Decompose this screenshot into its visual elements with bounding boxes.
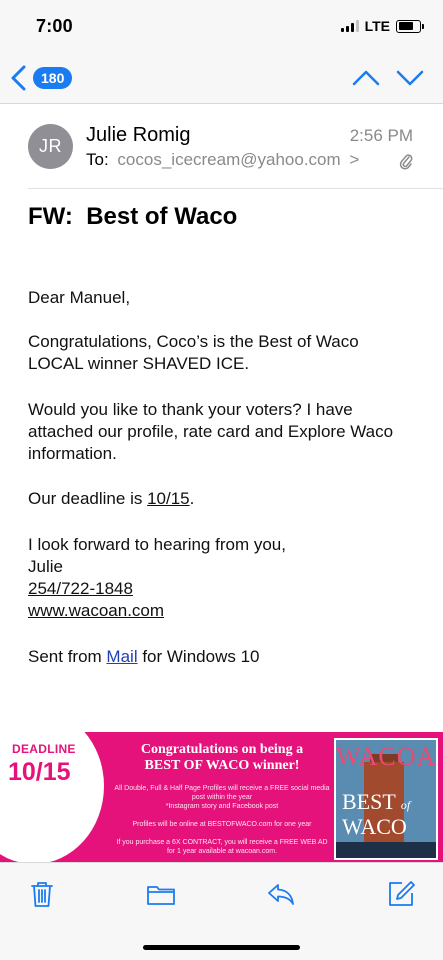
- banner-fine-line: post within the year: [191, 794, 253, 801]
- sent-prefix: Sent from: [28, 647, 107, 666]
- banner-fine-line: *Instagram story and Facebook post: [165, 803, 279, 810]
- closing-line: I look forward to hearing from you,: [28, 535, 286, 554]
- inbox-count-badge[interactable]: 180: [33, 67, 73, 89]
- battery-icon: [396, 19, 424, 33]
- banner-contract-note: If you purchase a 6X CONTRACT, you will …: [112, 838, 332, 856]
- chevron-left-icon[interactable]: [8, 64, 30, 92]
- mail-nav-bar: 180: [0, 52, 443, 104]
- folder-icon[interactable]: [146, 879, 176, 909]
- banner-deadline-date: 10/15: [8, 758, 71, 786]
- trash-icon[interactable]: [27, 879, 57, 909]
- status-time: 7:00: [36, 16, 73, 36]
- paragraph-closing: I look forward to hearing from you, Juli…: [28, 534, 428, 622]
- chevron-up-icon[interactable]: [351, 66, 381, 90]
- banner-social-note: All Double, Full & Half Page Profiles wi…: [112, 784, 332, 811]
- email-subject: FW: Best of Waco: [28, 203, 238, 230]
- chevron-down-icon[interactable]: [395, 66, 425, 90]
- sent-time: 2:56 PM: [349, 126, 413, 145]
- paragraph-thank-voters: Would you like to thank your voters? I h…: [28, 399, 428, 465]
- deadline-suffix: .: [189, 489, 195, 508]
- body-line: Would you like to thank your voters? I h…: [28, 400, 353, 419]
- email-header: JR Julie Romig 2:56 PM To: cocos_icecrea…: [0, 104, 443, 190]
- banner-fine-line: All Double, Full & Half Page Profiles wi…: [114, 785, 330, 792]
- recipient-line[interactable]: To: cocos_icecream@yahoo.com >: [86, 150, 359, 170]
- sent-from-line: Sent from Mail for Windows 10: [28, 646, 428, 668]
- magazine-of-word: of: [400, 798, 411, 812]
- mail-app-link[interactable]: Mail: [106, 647, 137, 666]
- details-chevron-icon[interactable]: >: [349, 150, 359, 169]
- signature-name: Julie: [28, 557, 63, 576]
- deadline-date-link[interactable]: 10/15: [147, 489, 190, 508]
- magazine-waco: WACO: [342, 814, 407, 839]
- status-bar: 7:00 LTE: [0, 0, 443, 52]
- banner-online-note: Profiles will be online at BESTOFWACO.co…: [132, 821, 312, 828]
- banner-fine-line: If you purchase a 6X CONTRACT, you will …: [116, 839, 328, 846]
- mail-toolbar: [0, 862, 443, 960]
- header-divider: [28, 188, 443, 189]
- banner-headline-line: Congratulations on being a: [140, 742, 304, 757]
- phone-link[interactable]: 254/722-1848: [28, 579, 133, 598]
- banner-headline-line: BEST OF WACO winner!: [144, 758, 300, 773]
- avatar[interactable]: JR: [28, 124, 73, 169]
- home-indicator[interactable]: [143, 945, 300, 950]
- deadline-prefix: Our deadline is: [28, 489, 148, 508]
- greeting: Dear Manuel,: [28, 288, 131, 307]
- magazine-best: BEST of: [342, 789, 411, 815]
- reply-icon[interactable]: [266, 879, 296, 909]
- body-line: LOCAL winner SHAVED ICE.: [28, 354, 250, 373]
- website-link[interactable]: www.wacoan.com: [28, 601, 164, 620]
- signal-icon: [340, 20, 359, 32]
- magazine-best-word: BEST: [342, 789, 396, 814]
- body-line: information.: [28, 444, 117, 463]
- network-type: LTE: [364, 18, 390, 34]
- paragraph-deadline: Our deadline is 10/15.: [28, 488, 428, 510]
- compose-icon[interactable]: [386, 879, 416, 909]
- recipient-address[interactable]: cocos_icecream@yahoo.com: [117, 150, 340, 169]
- magazine-title: WACOAN: [336, 742, 437, 771]
- status-indicators: LTE: [340, 18, 424, 34]
- magazine-cover-image: WACOAN BEST of WACO: [334, 738, 438, 860]
- body-line: attached our profile, rate card and Expl…: [28, 422, 394, 441]
- banner-headline: Congratulations on being a BEST OF WACO …: [112, 742, 332, 774]
- paperclip-icon: [399, 154, 413, 170]
- best-of-waco-banner-image[interactable]: DEADLINE 10/15 Congratulations on being …: [0, 732, 443, 862]
- body-line: Congratulations, Coco’s is the Best of W…: [28, 332, 359, 351]
- to-label: To:: [86, 150, 109, 169]
- sent-suffix: for Windows 10: [137, 647, 260, 666]
- sender-name[interactable]: Julie Romig: [86, 124, 190, 147]
- paragraph-congratulations: Congratulations, Coco’s is the Best of W…: [28, 331, 428, 375]
- banner-deadline-label: DEADLINE: [12, 742, 76, 756]
- banner-fine-line: for 1 year available at wacoan.com.: [166, 848, 278, 855]
